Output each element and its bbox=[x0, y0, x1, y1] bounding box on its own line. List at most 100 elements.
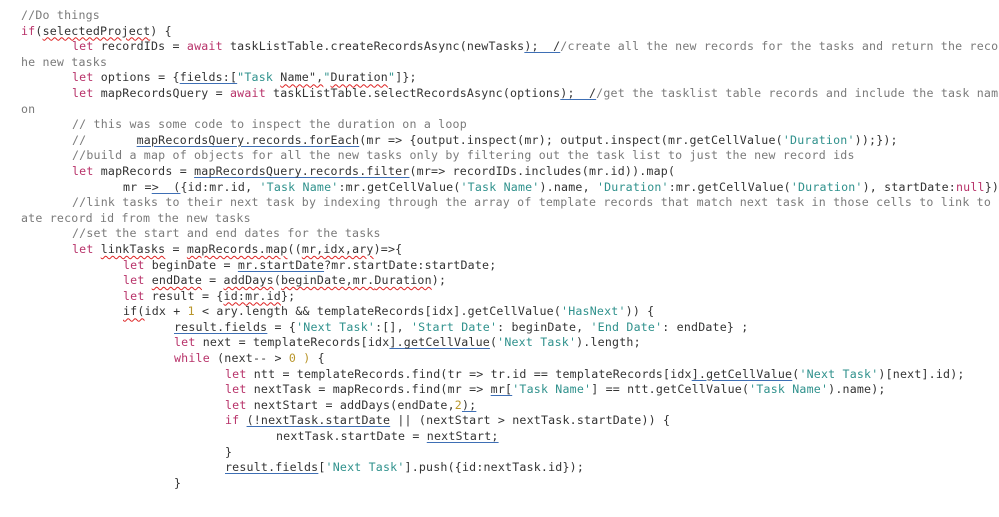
code-token: ); bbox=[431, 273, 447, 288]
error-underline-token: mapRecordsQuery.records.filter bbox=[194, 163, 410, 178]
comment-token: on bbox=[21, 101, 36, 116]
code-token: nextTask.startDate = bbox=[276, 429, 427, 444]
code-token: beginDate = bbox=[144, 257, 238, 272]
error-underline-token: ); / bbox=[524, 39, 561, 54]
keyword-token: let bbox=[72, 241, 94, 256]
code-line[interactable]: //build a map of objects for all the new… bbox=[21, 148, 971, 164]
code-line[interactable]: if(idx + 1 < ary.length && templateRecor… bbox=[21, 304, 971, 320]
code-line[interactable]: he new tasks bbox=[21, 55, 971, 71]
comment-token: //build a map of objects for all the new… bbox=[72, 148, 855, 163]
code-line[interactable]: let nextStart = addDays(endDate,2); bbox=[21, 398, 971, 414]
code-line[interactable]: let result = {id:mr.id}; bbox=[21, 289, 971, 305]
error-underline-token: ].getCellValue bbox=[691, 366, 793, 381]
code-line[interactable]: } bbox=[21, 476, 971, 492]
code-line[interactable]: let beginDate = mr.startDate?mr.startDat… bbox=[21, 258, 971, 274]
keyword-token: if bbox=[225, 413, 240, 428]
code-token: (mr=> recordIDs.includes(mr.id)).map( bbox=[409, 163, 676, 178]
comment-token: // this was some code to inspect the dur… bbox=[72, 117, 467, 132]
code-token: (next-- > bbox=[209, 351, 289, 366]
code-token: )=>{ bbox=[373, 241, 403, 256]
code-token: ), startDate: bbox=[862, 179, 956, 194]
code-line[interactable]: let ntt = templateRecords.find(tr => tr.… bbox=[21, 367, 971, 383]
error-underline-token: mr.startDate bbox=[237, 257, 325, 272]
code-line[interactable]: nextTask.startDate = nextStart; bbox=[21, 429, 971, 445]
error-underline-token: mapRecordsQuery.records.forEach bbox=[136, 132, 360, 147]
code-token: : beginDate, bbox=[497, 319, 591, 334]
code-line[interactable]: let next = templateRecords[idx].getCellV… bbox=[21, 335, 971, 351]
code-line[interactable]: ate record id from the new tasks bbox=[21, 211, 971, 227]
code-line[interactable]: } bbox=[21, 445, 971, 461]
spellcheck-token: endDate bbox=[151, 273, 202, 288]
string-token: 'Task Name' bbox=[460, 179, 540, 194]
keyword-token: while bbox=[174, 351, 210, 366]
comment-token: // bbox=[72, 132, 137, 147]
code-token: {id:mr.id, bbox=[180, 179, 260, 194]
error-underline-token: result.fields bbox=[225, 460, 319, 475]
keyword-token: let bbox=[225, 382, 247, 397]
code-line[interactable]: //Do things bbox=[21, 8, 971, 24]
code-token: ).name, bbox=[539, 179, 597, 194]
code-line[interactable]: let recordIDs = await taskListTable.crea… bbox=[21, 39, 999, 55]
spellcheck-token: linkTasks bbox=[100, 241, 166, 256]
error-underline-token: ); / bbox=[560, 85, 597, 100]
spellcheck-token: mr,idx,ary bbox=[301, 241, 374, 256]
comment-token: //set the start and end dates for the ta… bbox=[72, 226, 381, 241]
comment-token: //Do things bbox=[21, 8, 100, 22]
string-token: 'Task Name' bbox=[259, 179, 339, 194]
keyword-token: await bbox=[229, 85, 266, 100]
code-line[interactable]: while (next-- > 0 ) { bbox=[21, 351, 971, 367]
code-token: )[next].id); bbox=[878, 366, 965, 381]
code-line[interactable]: let endDate = addDays(beginDate,mr.Durat… bbox=[21, 273, 971, 289]
code-line[interactable]: let mapRecords = mapRecordsQuery.records… bbox=[21, 164, 971, 180]
code-line[interactable]: if (!nextTask.startDate || (nextStart > … bbox=[21, 413, 971, 429]
code-line[interactable]: mr => ({id:mr.id, 'Task Name' :mr.getCell… bbox=[21, 179, 999, 196]
error-underline-token: > ( bbox=[151, 179, 181, 194]
spellcheck-token: id:mr.id bbox=[223, 288, 281, 303]
error-underline-token: (!nextTask.startDate bbox=[246, 413, 391, 428]
code-line[interactable]: if(selectedProject) { bbox=[21, 24, 971, 40]
code-line[interactable]: //set the start and end dates for the ta… bbox=[21, 226, 971, 242]
code-line[interactable]: let nextTask = mapRecords.find(mr => mr[… bbox=[21, 382, 971, 398]
keyword-token: if bbox=[21, 23, 36, 38]
code-line[interactable]: // mapRecordsQuery.records.forEach(mr =>… bbox=[21, 133, 971, 149]
spellcheck-token: addDays bbox=[223, 273, 274, 288]
code-token: ) { bbox=[150, 23, 172, 38]
keyword-token: let bbox=[72, 70, 94, 85]
code-token: ?mr.startDate:startDate; bbox=[324, 257, 497, 272]
keyword-token: let bbox=[123, 273, 145, 288]
keyword-token: let bbox=[225, 397, 247, 412]
string-token: 'Next Task' bbox=[296, 319, 376, 334]
code-token: = bbox=[165, 241, 187, 256]
spellcheck-token: selectedProject bbox=[42, 23, 151, 38]
code-line[interactable]: let options = {fields:["Task Name","Dura… bbox=[21, 70, 971, 86]
code-line[interactable]: result.fields['Next Task'].push({id:next… bbox=[21, 460, 971, 476]
keyword-token: let bbox=[72, 39, 94, 54]
code-token: ntt = templateRecords.find(tr => tr.id =… bbox=[246, 366, 692, 381]
code-token: mr = bbox=[123, 179, 152, 194]
string-token: 'Next Task' bbox=[799, 366, 879, 381]
code-token: nextStart = addDays(endDate, bbox=[246, 397, 455, 412]
keyword-token: let bbox=[72, 163, 94, 178]
code-token: :[], bbox=[375, 319, 411, 334]
code-line[interactable]: //link tasks to their next task by index… bbox=[21, 195, 999, 211]
spellcheck-token: beginDate,mr. bbox=[281, 273, 375, 288]
code-line[interactable]: on bbox=[21, 102, 971, 118]
code-token: = bbox=[202, 273, 224, 288]
code-token: mapRecords = bbox=[93, 163, 195, 178]
string-token: 'Next Task' bbox=[497, 335, 577, 350]
code-token: :mr.getCellValue( bbox=[668, 179, 791, 194]
number-token: 2 bbox=[454, 397, 462, 412]
code-line[interactable]: // this was some code to inspect the dur… bbox=[21, 117, 971, 133]
code-token: < ary.length && templateRecords[idx].get… bbox=[194, 304, 562, 319]
code-line[interactable]: result.fields = {'Next Task':[], 'Start … bbox=[21, 320, 971, 336]
code-line[interactable]: let mapRecordsQuery = await taskListTabl… bbox=[21, 85, 999, 102]
code-token: ]}; bbox=[395, 70, 417, 85]
string-token: 'Task Name' bbox=[512, 382, 592, 397]
string-token: 'Task Name' bbox=[749, 382, 829, 397]
code-line[interactable]: let linkTasks = mapRecords.map((mr,idx,a… bbox=[21, 242, 971, 258]
code-token: )) { bbox=[625, 304, 655, 319]
code-editor[interactable]: //Do things if(selectedProject) {let reco… bbox=[21, 8, 999, 492]
